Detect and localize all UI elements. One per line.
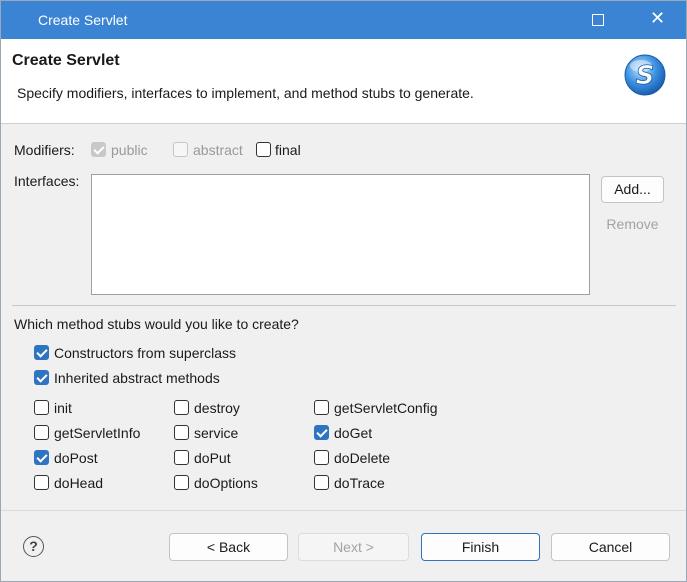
close-icon: ✕: [650, 8, 666, 28]
doput-checkbox[interactable]: [174, 450, 189, 465]
inherited-methods-label: Inherited abstract methods: [54, 370, 220, 386]
method-stubs-question: Which method stubs would you like to cre…: [14, 316, 299, 332]
footer-divider: [1, 510, 686, 511]
next-button[interactable]: Next >: [298, 533, 409, 561]
cancel-button[interactable]: Cancel: [551, 533, 670, 561]
interfaces-label: Interfaces:: [14, 173, 80, 189]
remove-interface-button[interactable]: Remove: [601, 211, 664, 238]
close-button[interactable]: ✕: [634, 1, 680, 39]
constructors-label: Constructors from superclass: [54, 345, 237, 361]
getservletinfo-checkbox[interactable]: [34, 425, 49, 440]
modifiers-label: Modifiers:: [14, 142, 75, 158]
maximize-button[interactable]: [574, 1, 620, 39]
public-label: public: [111, 142, 148, 158]
doput-label: doPut: [194, 450, 231, 466]
back-button[interactable]: < Back: [169, 533, 288, 561]
getservletinfo-label: getServletInfo: [54, 425, 141, 441]
dotrace-checkbox[interactable]: [314, 475, 329, 490]
title-bar[interactable]: Create Servlet ✕: [1, 1, 686, 39]
getservletconfig-label: getServletConfig: [334, 400, 438, 416]
getservletconfig-checkbox[interactable]: [314, 400, 329, 415]
maximize-icon: [592, 14, 604, 26]
dodelete-checkbox[interactable]: [314, 450, 329, 465]
dohead-label: doHead: [54, 475, 104, 491]
question-icon[interactable]: ?: [23, 536, 44, 557]
dodelete-label: doDelete: [334, 450, 391, 466]
service-checkbox[interactable]: [174, 425, 189, 440]
window-title: Create Servlet: [38, 12, 128, 28]
abstract-label: abstract: [193, 142, 243, 158]
inherited-methods-checkbox[interactable]: [34, 370, 49, 385]
dooptions-checkbox[interactable]: [174, 475, 189, 490]
dotrace-label: doTrace: [334, 475, 385, 491]
destroy-checkbox[interactable]: [174, 400, 189, 415]
public-checkbox[interactable]: [91, 142, 106, 157]
dopost-label: doPost: [54, 450, 98, 466]
doget-label: doGet: [334, 425, 373, 441]
interfaces-list[interactable]: [91, 174, 590, 295]
final-label: final: [275, 142, 301, 158]
svg-text:S: S: [636, 61, 655, 91]
servlet-wizard-logo-icon: S: [624, 54, 666, 96]
doget-checkbox[interactable]: [314, 425, 329, 440]
abstract-checkbox[interactable]: [173, 142, 188, 157]
init-checkbox[interactable]: [34, 400, 49, 415]
init-label: init: [54, 400, 72, 416]
service-label: service: [194, 425, 239, 441]
constructors-checkbox[interactable]: [34, 345, 49, 360]
add-interface-button[interactable]: Add...: [601, 176, 664, 203]
dopost-checkbox[interactable]: [34, 450, 49, 465]
wizard-banner: Create Servlet Specify modifiers, interf…: [1, 39, 686, 124]
dohead-checkbox[interactable]: [34, 475, 49, 490]
page-title: Create Servlet: [12, 52, 120, 69]
section-divider: [12, 305, 676, 306]
create-servlet-dialog: Create Servlet ✕ Create Servlet Specify …: [0, 0, 687, 582]
finish-button[interactable]: Finish: [421, 533, 540, 561]
page-description: Specify modifiers, interfaces to impleme…: [17, 85, 474, 101]
destroy-label: destroy: [194, 400, 240, 416]
dooptions-label: doOptions: [194, 475, 258, 491]
final-checkbox[interactable]: [256, 142, 271, 157]
